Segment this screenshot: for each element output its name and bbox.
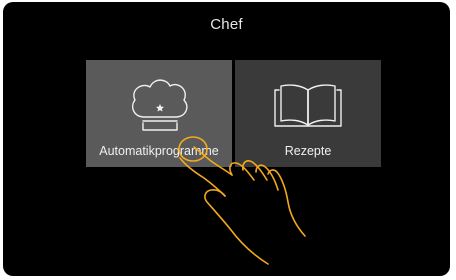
screen-title: Chef xyxy=(210,16,243,33)
automatikprogramme-tile[interactable]: Automatikprogramme xyxy=(86,60,232,167)
oven-display: Chef Automatikprogramme Rezepte xyxy=(3,2,450,276)
device-frame: Chef Automatikprogramme Rezepte xyxy=(0,0,456,280)
chef-hat-icon xyxy=(131,79,188,131)
tile-label-automatikprogramme: Automatikprogramme xyxy=(99,144,219,158)
tile-label-rezepte: Rezepte xyxy=(284,144,332,158)
open-book-icon xyxy=(274,84,342,127)
rezepte-tile[interactable]: Rezepte xyxy=(235,60,381,167)
